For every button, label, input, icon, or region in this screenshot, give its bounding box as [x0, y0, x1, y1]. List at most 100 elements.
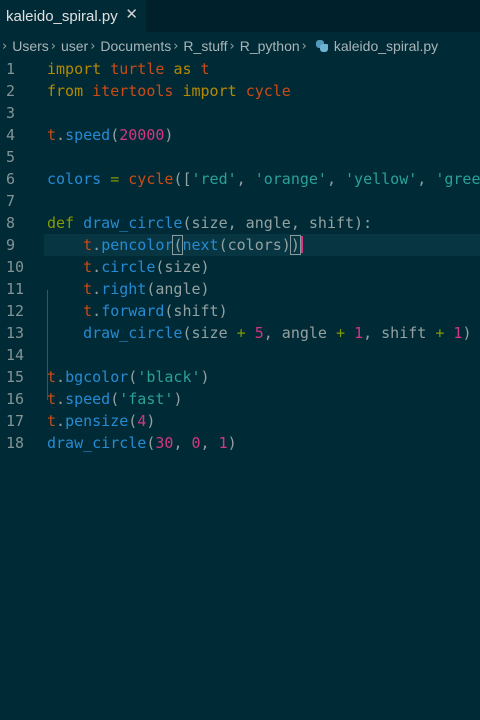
code-token: ): [164, 126, 174, 144]
code-token: colors: [47, 170, 102, 188]
line-number: 11: [6, 280, 25, 298]
code-token: draw_circle: [83, 324, 183, 342]
code-line[interactable]: 10 t.circle(size): [0, 256, 480, 278]
tab-kaleido-spiral[interactable]: kaleido_spiral.py ✕: [0, 0, 146, 32]
code-token: (size: [182, 324, 237, 342]
close-icon[interactable]: ✕: [125, 5, 138, 23]
line-number: 6: [6, 170, 16, 188]
code-token: speed: [65, 390, 111, 408]
line-number: 10: [6, 258, 25, 276]
code-token: .: [56, 412, 66, 430]
code-token: (size): [155, 258, 210, 276]
code-token: draw_circle: [83, 214, 183, 232]
code-line[interactable]: 2 from itertools import cycle: [0, 80, 480, 102]
code-token: speed: [65, 126, 111, 144]
line-number: 4: [6, 126, 16, 144]
code-text: import turtle as t: [47, 58, 210, 80]
code-token: t: [83, 280, 93, 298]
line-number: 13: [6, 324, 25, 342]
code-line[interactable]: 18 draw_circle(30, 0, 1): [0, 432, 480, 454]
code-token: import: [47, 60, 102, 78]
breadcrumb-item-r-stuff[interactable]: R_stuff: [183, 38, 227, 54]
code-token: ): [200, 368, 210, 386]
code-line[interactable]: 16 t.speed('fast'): [0, 388, 480, 410]
code-token: import: [182, 82, 237, 100]
code-token: cycle: [245, 82, 291, 100]
code-token: =: [110, 170, 120, 188]
code-line[interactable]: 13 draw_circle(size + 5, angle + 1, shif…: [0, 322, 480, 344]
code-token: +: [336, 324, 346, 342]
code-line[interactable]: 9 t.pencolor(next(colors)): [0, 234, 480, 256]
line-number: 8: [6, 214, 16, 232]
code-token: pencolor: [101, 236, 174, 254]
line-number: 18: [6, 434, 25, 452]
code-token: ): [173, 390, 183, 408]
breadcrumb-item-users[interactable]: Users: [12, 38, 49, 54]
code-token: t: [200, 60, 210, 78]
code-line[interactable]: 14: [0, 344, 480, 366]
line-number: 15: [6, 368, 25, 386]
line-number: 7: [6, 192, 16, 210]
line-number: 16: [6, 390, 25, 408]
code-token: (angle): [146, 280, 210, 298]
chevron-right-icon: ›: [50, 38, 56, 54]
code-line[interactable]: 4 t.speed(20000): [0, 124, 480, 146]
tab-bar: kaleido_spiral.py ✕: [0, 0, 480, 32]
code-line[interactable]: 17 t.pensize(4): [0, 410, 480, 432]
code-token: ([: [173, 170, 192, 188]
code-editor[interactable]: 1 import turtle as t 2 from itertools impor…: [0, 58, 480, 454]
code-line[interactable]: 8 def draw_circle(size, angle, shift):: [0, 212, 480, 234]
code-token: .: [56, 126, 66, 144]
code-token: (: [128, 368, 138, 386]
code-token: ): [227, 434, 237, 452]
code-token: ,: [200, 434, 219, 452]
code-token: ,: [417, 170, 436, 188]
code-token: def: [47, 214, 75, 232]
code-token: itertools: [92, 82, 174, 100]
code-token: 'orange': [254, 170, 327, 188]
code-line[interactable]: 6 colors = cycle(['red', 'orange', 'yello…: [0, 168, 480, 190]
code-token: t: [83, 236, 93, 254]
code-token: .: [92, 258, 102, 276]
code-token: cycle: [128, 170, 174, 188]
breadcrumb-item-documents[interactable]: Documents: [100, 38, 171, 54]
matched-bracket: ): [289, 235, 301, 255]
code-text: t.right(angle): [47, 278, 210, 300]
code-token: t: [83, 302, 93, 320]
chevron-right-icon: ›: [90, 38, 96, 54]
code-text: t.forward(shift): [47, 300, 228, 322]
code-line[interactable]: 11 t.right(angle): [0, 278, 480, 300]
breadcrumb-item-user[interactable]: user: [61, 38, 88, 54]
code-line[interactable]: 5: [0, 146, 480, 168]
chevron-right-icon: ›: [229, 38, 235, 54]
code-token: (size, angle, shift):: [182, 214, 373, 232]
code-line[interactable]: 3: [0, 102, 480, 124]
line-number: 17: [6, 412, 25, 430]
breadcrumb-item-r-python[interactable]: R_python: [240, 38, 300, 54]
code-token: (: [128, 412, 138, 430]
chevron-right-icon: ›: [301, 38, 307, 54]
code-line[interactable]: 7: [0, 190, 480, 212]
code-line[interactable]: 12 t.forward(shift): [0, 300, 480, 322]
code-token: pensize: [65, 412, 129, 430]
code-token: .: [56, 390, 66, 408]
code-token: (: [110, 390, 120, 408]
code-line[interactable]: 1 import turtle as t: [0, 58, 480, 80]
code-line[interactable]: 15 t.bgcolor('black'): [0, 366, 480, 388]
code-token: 30: [155, 434, 174, 452]
code-text: t.circle(size): [47, 256, 210, 278]
text-cursor: [300, 236, 303, 253]
code-token: circle: [101, 258, 156, 276]
code-token: 4: [137, 412, 147, 430]
breadcrumb-item-file[interactable]: kaleido_spiral.py: [334, 38, 438, 54]
code-token: +: [236, 324, 246, 342]
line-number: 14: [6, 346, 25, 364]
code-token: draw_circle: [47, 434, 147, 452]
